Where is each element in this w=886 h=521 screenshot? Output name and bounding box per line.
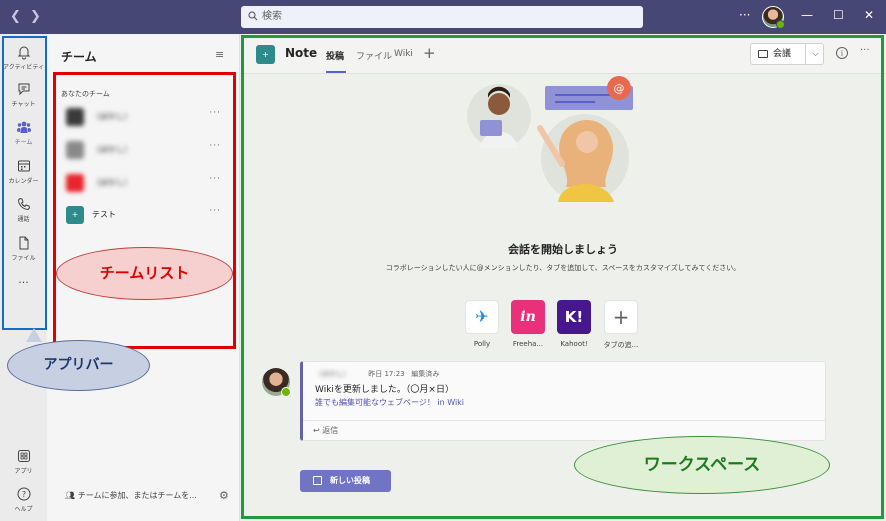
search-input[interactable]: 検索 <box>241 6 643 28</box>
minimize-icon[interactable]: — <box>801 8 813 22</box>
join-team-link[interactable]: 👥︎ チームに参加、またはチームを... <box>65 490 197 501</box>
pane-title: チーム <box>61 50 97 64</box>
join-team-label: チームに参加、またはチームを... <box>77 491 197 500</box>
team-list-highlight <box>53 72 236 349</box>
appbar-item-apps[interactable]: アプリ <box>0 448 47 475</box>
maximize-icon[interactable]: ☐ <box>833 8 844 22</box>
more-options-icon[interactable]: ··· <box>739 8 750 22</box>
close-icon[interactable]: ✕ <box>864 8 874 22</box>
appbar-label: ヘルプ <box>14 506 33 513</box>
forward-arrow-icon[interactable]: ❯ <box>30 9 41 24</box>
app-bar-highlight <box>2 36 47 330</box>
appbar-label: アプリ <box>14 468 33 475</box>
workspace-callout: ワークスペース <box>574 436 830 494</box>
app-bar-callout: アプリバー <box>7 328 150 391</box>
search-icon <box>248 11 258 21</box>
search-placeholder: 検索 <box>262 11 282 22</box>
filter-icon[interactable]: ≡ <box>215 48 224 61</box>
user-avatar[interactable] <box>762 6 785 29</box>
join-team-icon: 👥︎ <box>65 491 76 500</box>
help-icon: ? <box>17 487 30 501</box>
svg-text:?: ? <box>21 490 25 499</box>
back-arrow-icon[interactable]: ❮ <box>10 9 21 24</box>
team-list-callout: チームリスト <box>56 247 233 300</box>
appbar-item-help[interactable]: ? ヘルプ <box>0 486 47 513</box>
apps-icon <box>17 450 30 462</box>
title-bar: ❮ ❯ 検索 ··· — ☐ ✕ <box>0 0 886 34</box>
settings-gear-icon[interactable]: ⚙ <box>219 489 229 502</box>
